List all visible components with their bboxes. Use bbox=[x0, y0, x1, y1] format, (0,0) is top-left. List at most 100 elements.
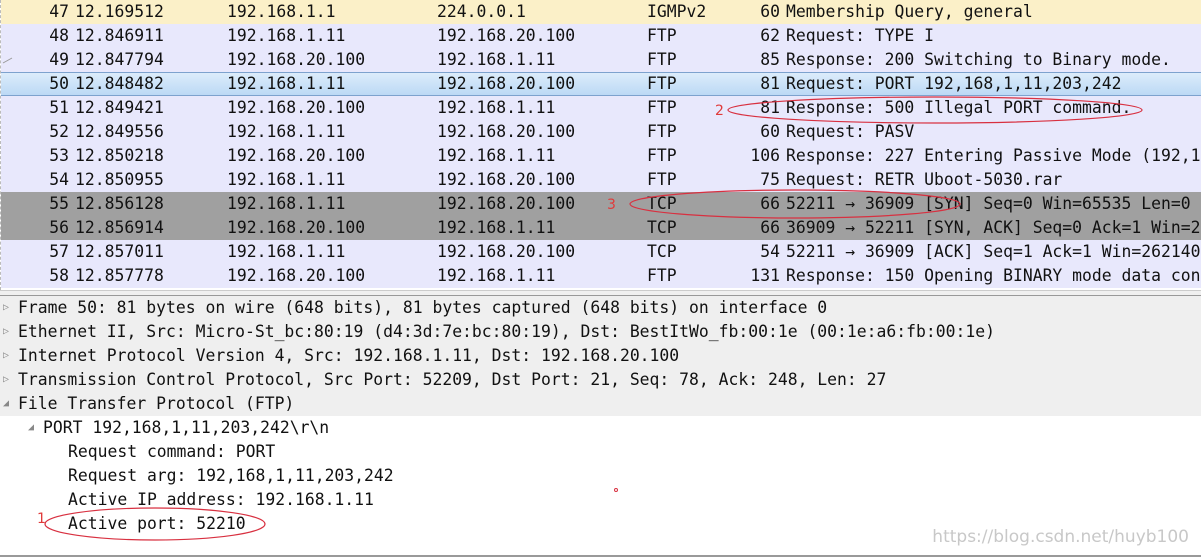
packet-no: 48 bbox=[49, 26, 69, 45]
packet-len: 66 bbox=[760, 218, 780, 237]
packet-time: 12.846911 bbox=[75, 26, 164, 45]
detail-row[interactable]: ◢ File Transfer Protocol (FTP) bbox=[0, 392, 1201, 416]
packet-info: Response: 500 Illegal PORT command. bbox=[786, 98, 1132, 117]
packet-proto: FTP bbox=[647, 74, 677, 93]
packet-src: 192.168.1.1 bbox=[227, 2, 336, 21]
collapse-triangle-icon[interactable]: ▷ bbox=[3, 296, 9, 320]
packet-time: 12.849421 bbox=[75, 98, 164, 117]
annotation-number-3: 3 bbox=[607, 197, 616, 213]
packet-row[interactable]: 51 12.849421 192.168.20.100 192.168.1.11 FTP… bbox=[1, 96, 1201, 120]
packet-no: 50 bbox=[49, 74, 69, 93]
packet-len: 54 bbox=[760, 242, 780, 261]
packet-row[interactable]: 55 12.856128 192.168.1.11 192.168.20.100 TCP… bbox=[1, 192, 1201, 216]
packet-len: 75 bbox=[760, 170, 780, 189]
annotation-number-2: 2 bbox=[715, 103, 724, 119]
packet-row[interactable]: 52 12.849556 192.168.1.11 192.168.20.100 FTP… bbox=[1, 120, 1201, 144]
packet-src: 192.168.20.100 bbox=[227, 50, 366, 69]
packet-proto: FTP bbox=[647, 146, 677, 165]
packet-len: 81 bbox=[760, 74, 780, 93]
packet-len: 106 bbox=[750, 146, 780, 165]
packet-src: 192.168.20.100 bbox=[227, 98, 366, 117]
collapse-triangle-icon[interactable]: ▷ bbox=[3, 344, 9, 368]
packet-row[interactable]: 57 12.857011 192.168.1.11 192.168.20.100 TCP… bbox=[1, 240, 1201, 264]
packet-src: 192.168.20.100 bbox=[227, 266, 366, 285]
detail-text: Active port: 52210 bbox=[68, 514, 246, 533]
packet-no: 52 bbox=[49, 122, 69, 141]
packet-dst: 192.168.20.100 bbox=[437, 170, 576, 189]
packet-len: 131 bbox=[750, 266, 780, 285]
packet-time: 12.856128 bbox=[75, 194, 164, 213]
packet-no: 55 bbox=[49, 194, 69, 213]
packet-row[interactable]: 48 12.846911 192.168.1.11 192.168.20.100 FTP… bbox=[1, 24, 1201, 48]
packet-len: 60 bbox=[760, 122, 780, 141]
collapse-triangle-icon[interactable]: ▷ bbox=[3, 320, 9, 344]
detail-row[interactable]: Active IP address: 192.168.1.11 bbox=[0, 488, 1201, 512]
packet-dst: 192.168.20.100 bbox=[437, 194, 576, 213]
packet-dst: 192.168.20.100 bbox=[437, 122, 576, 141]
packet-dst: 224.0.0.1 bbox=[437, 2, 526, 21]
detail-row[interactable]: ▷ Ethernet II, Src: Micro-St_bc:80:19 (d4… bbox=[0, 320, 1201, 344]
packet-row[interactable]: 47 12.169512 192.168.1.1 224.0.0.1 IGMPv2 60 M… bbox=[1, 0, 1201, 24]
packet-proto: FTP bbox=[647, 98, 677, 117]
packet-proto: FTP bbox=[647, 26, 677, 45]
packet-dst: 192.168.20.100 bbox=[437, 74, 576, 93]
packet-dst: 192.168.1.11 bbox=[437, 98, 556, 117]
packet-time: 12.849556 bbox=[75, 122, 164, 141]
packet-row[interactable]: 50 12.848482 192.168.1.11 192.168.20.100 FTP… bbox=[1, 72, 1201, 96]
packet-time: 12.850218 bbox=[75, 146, 164, 165]
packet-info: 52211 → 36909 [ACK] Seq=1 Ack=1 Win=2621… bbox=[786, 242, 1201, 261]
packet-src: 192.168.1.11 bbox=[227, 194, 346, 213]
expand-triangle-icon[interactable]: ◢ bbox=[28, 416, 34, 440]
detail-text: Ethernet II, Src: Micro-St_bc:80:19 (d4:… bbox=[18, 322, 995, 341]
packet-dst: 192.168.20.100 bbox=[437, 26, 576, 45]
packet-dst: 192.168.20.100 bbox=[437, 242, 576, 261]
packet-row[interactable]: 53 12.850218 192.168.20.100 192.168.1.11 FTP… bbox=[1, 144, 1201, 168]
packet-info: Request: PORT 192,168,1,11,203,242 bbox=[786, 74, 1122, 93]
collapse-triangle-icon[interactable]: ▷ bbox=[3, 368, 9, 392]
packet-time: 12.857778 bbox=[75, 266, 164, 285]
packet-info: 36909 → 52211 [SYN, ACK] Seq=0 Ack=1 Win… bbox=[786, 218, 1201, 237]
detail-row[interactable]: Request arg: 192,168,1,11,203,242 bbox=[0, 464, 1201, 488]
expand-triangle-icon[interactable]: ◢ bbox=[3, 392, 9, 416]
detail-text: Transmission Control Protocol, Src Port:… bbox=[18, 370, 887, 389]
packet-proto: IGMPv2 bbox=[647, 2, 707, 21]
packet-dst: 192.168.1.11 bbox=[437, 266, 556, 285]
packet-info: 52211 → 36909 [SYN] Seq=0 Win=65535 Len=… bbox=[786, 194, 1191, 213]
packet-len: 66 bbox=[760, 194, 780, 213]
detail-text: File Transfer Protocol (FTP) bbox=[18, 394, 295, 413]
packet-proto: FTP bbox=[647, 122, 677, 141]
packet-no: 58 bbox=[49, 266, 69, 285]
detail-text: Internet Protocol Version 4, Src: 192.16… bbox=[18, 346, 680, 365]
packet-no: 54 bbox=[49, 170, 69, 189]
packet-list[interactable]: 47 12.169512 192.168.1.1 224.0.0.1 IGMPv2 60 M… bbox=[0, 0, 1201, 290]
packet-row[interactable]: 49 12.847794 192.168.20.100 192.168.1.11 FTP… bbox=[1, 48, 1201, 72]
packet-len: 85 bbox=[760, 50, 780, 69]
detail-text: Request command: PORT bbox=[68, 442, 276, 461]
detail-row[interactable]: ▷ Internet Protocol Version 4, Src: 192.1… bbox=[0, 344, 1201, 368]
packet-src: 192.168.1.11 bbox=[227, 74, 346, 93]
packet-row[interactable]: 54 12.850955 192.168.1.11 192.168.20.100 FTP… bbox=[1, 168, 1201, 192]
packet-src: 192.168.1.11 bbox=[227, 26, 346, 45]
packet-info: Response: 227 Entering Passive Mode (192… bbox=[786, 146, 1201, 165]
packet-details-tree[interactable]: ▷ Frame 50: 81 bytes on wire (648 bits), … bbox=[0, 296, 1201, 558]
detail-row[interactable]: ◢ PORT 192,168,1,11,203,242\r\n bbox=[0, 416, 1201, 440]
packet-proto: TCP bbox=[647, 218, 677, 237]
packet-row[interactable]: 56 12.856914 192.168.20.100 192.168.1.11 TCP… bbox=[1, 216, 1201, 240]
detail-text: Active IP address: 192.168.1.11 bbox=[68, 490, 374, 509]
packet-dst: 192.168.1.11 bbox=[437, 218, 556, 237]
packet-src: 192.168.1.11 bbox=[227, 122, 346, 141]
packet-no: 53 bbox=[49, 146, 69, 165]
packet-row[interactable]: 58 12.857778 192.168.20.100 192.168.1.11 FTP… bbox=[1, 264, 1201, 288]
detail-row[interactable]: ▷ Transmission Control Protocol, Src Port… bbox=[0, 368, 1201, 392]
annotation-number-1: 1 bbox=[37, 511, 46, 527]
packet-proto: TCP bbox=[647, 242, 677, 261]
packet-proto: TCP bbox=[647, 194, 677, 213]
packet-len: 60 bbox=[760, 2, 780, 21]
packet-time: 12.847794 bbox=[75, 50, 164, 69]
detail-row[interactable]: Request command: PORT bbox=[0, 440, 1201, 464]
packet-info: Request: TYPE I bbox=[786, 26, 935, 45]
packet-src: 192.168.20.100 bbox=[227, 146, 366, 165]
detail-row[interactable]: ▷ Frame 50: 81 bytes on wire (648 bits), … bbox=[0, 296, 1201, 320]
packet-no: 49 bbox=[49, 50, 69, 69]
detail-text: PORT 192,168,1,11,203,242\r\n bbox=[43, 418, 330, 437]
